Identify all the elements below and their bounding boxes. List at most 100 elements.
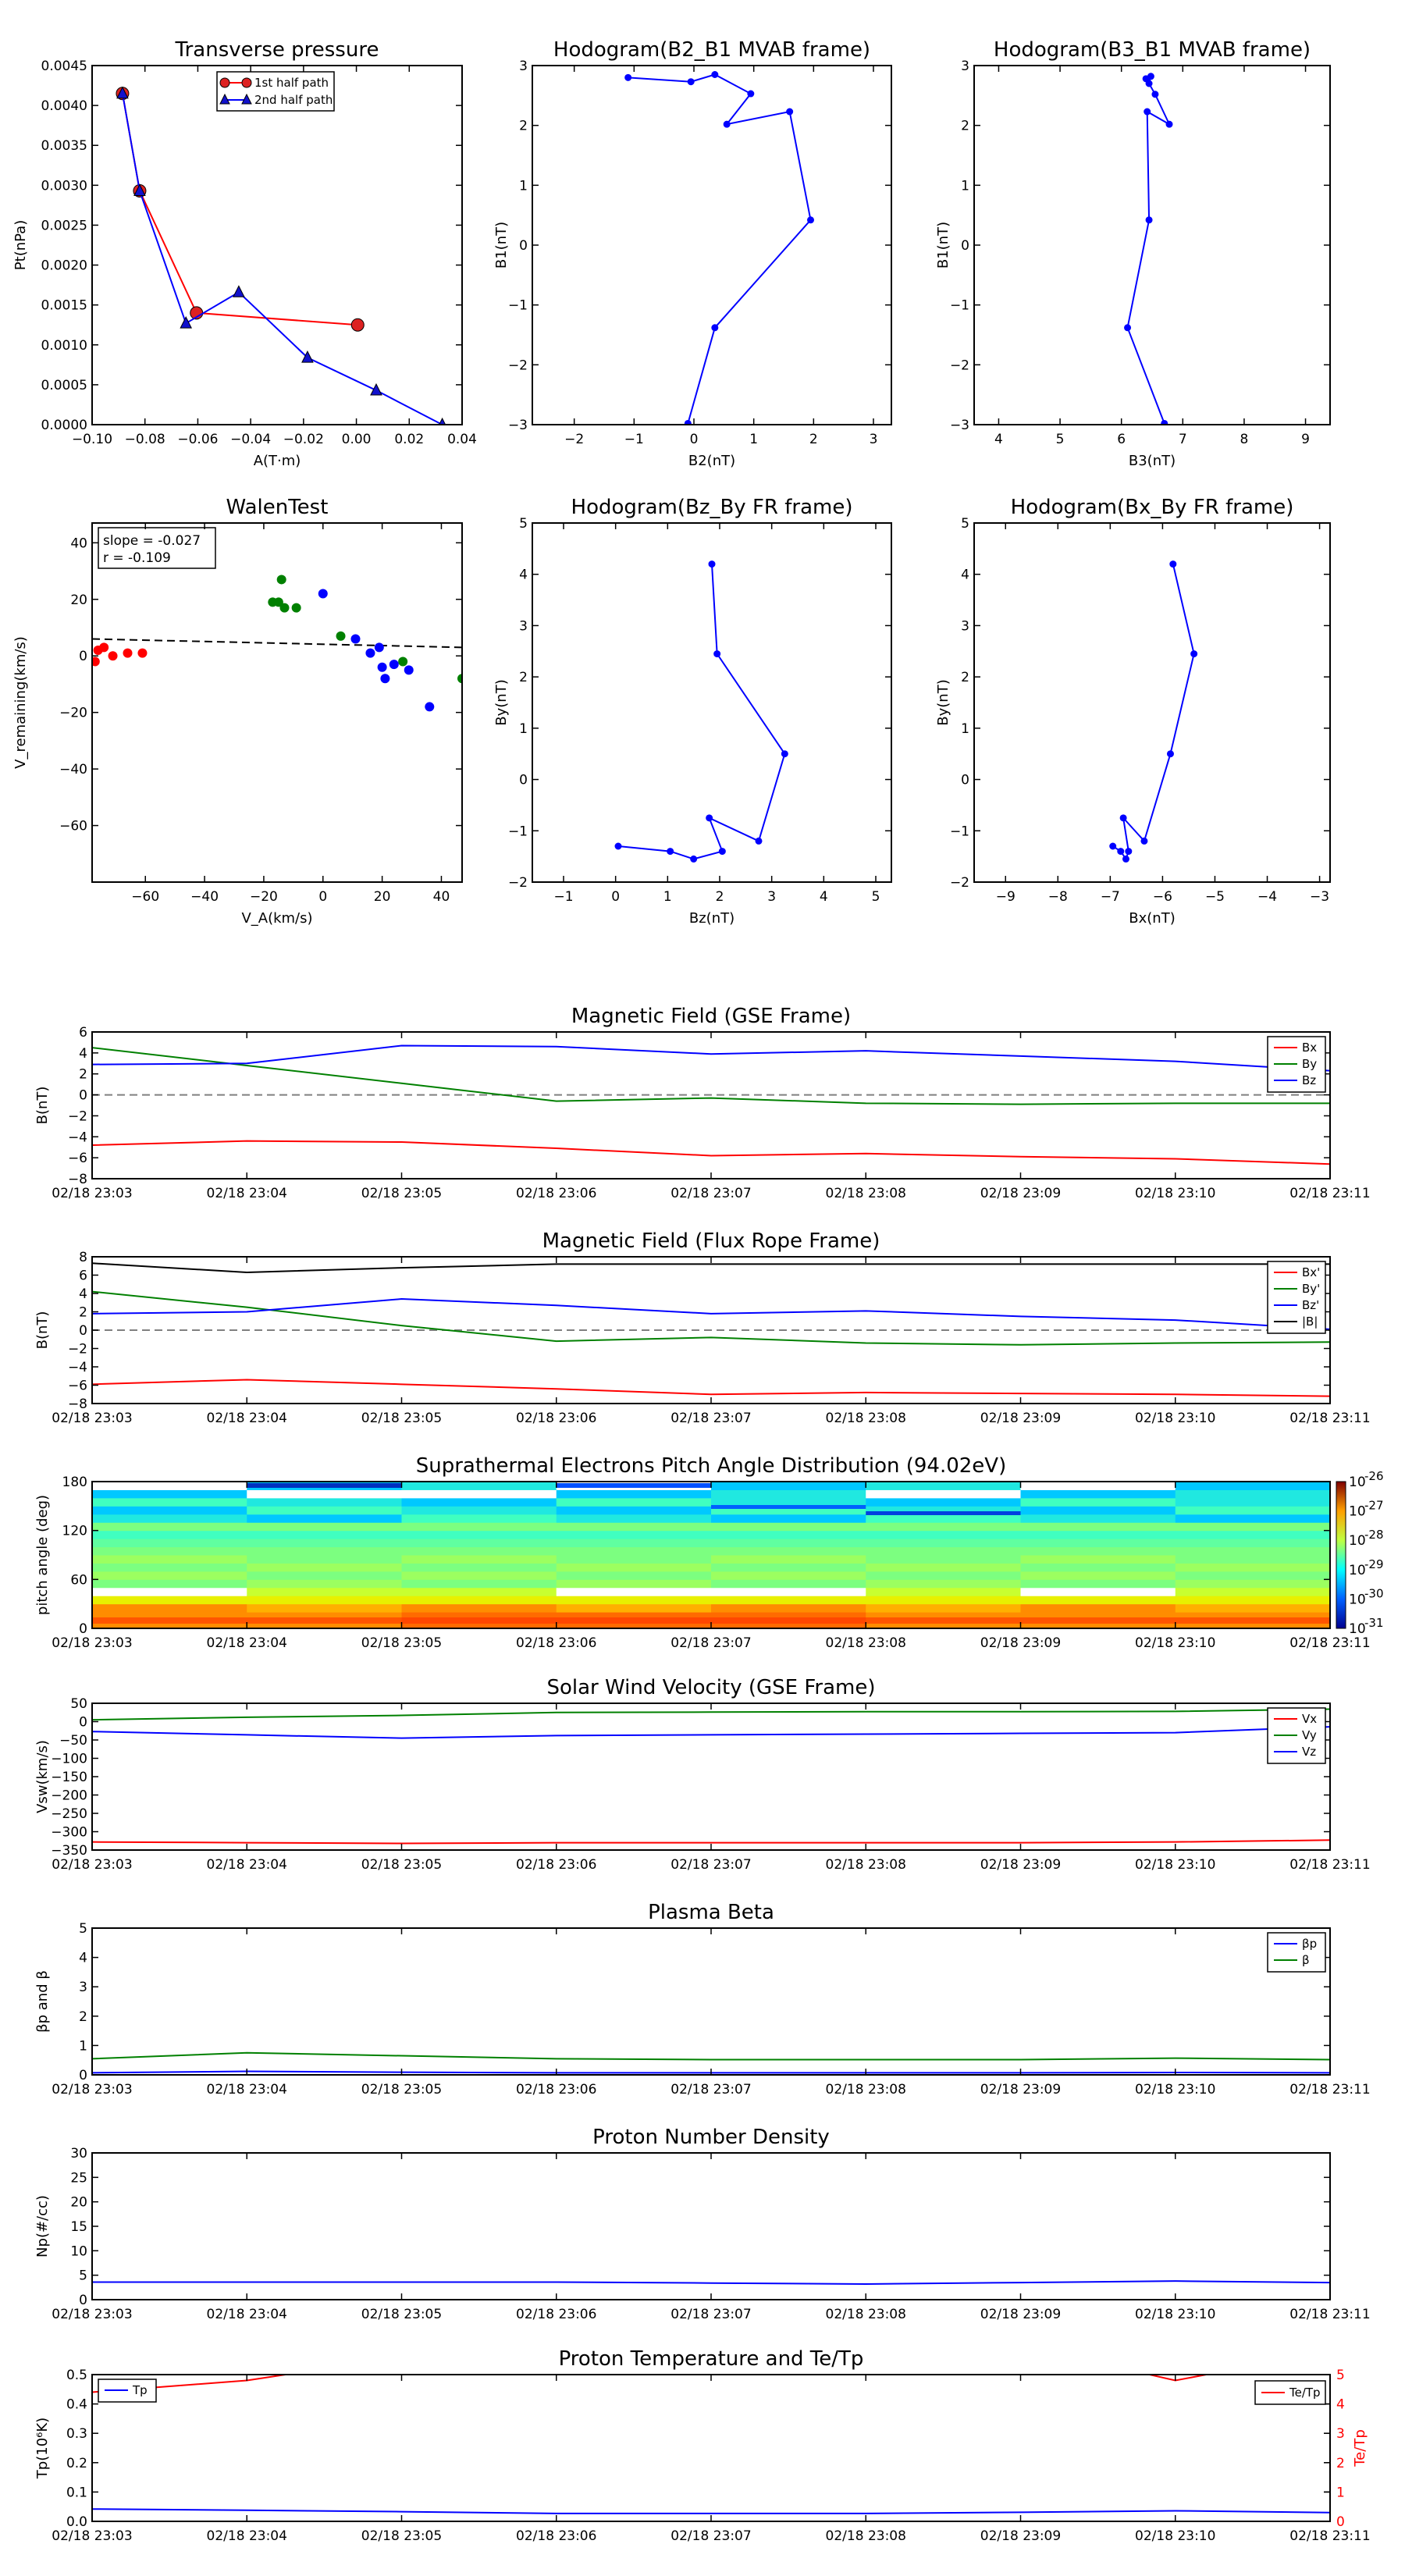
- scatter-point: [318, 589, 328, 599]
- x-tick-label: 02/18 23:10: [1135, 1186, 1215, 1201]
- heatmap-cell: [1020, 1587, 1176, 1596]
- heatmap-cell: [401, 1522, 557, 1532]
- series-0-point: [706, 814, 713, 822]
- y-tick-label: −6: [68, 1151, 87, 1166]
- heatmap-cell: [1020, 1603, 1176, 1613]
- series-1-line: [92, 2051, 1330, 2061]
- panel-10: Plasma Beta 02/18 23:03 02/18 23:04 02/18 2…: [34, 1901, 1371, 2097]
- plot-frame: [973, 522, 1331, 883]
- heatmap-cell: [92, 1579, 247, 1589]
- y-axis-label: βp and β: [34, 1970, 51, 2033]
- y-tick-label: −350: [51, 1843, 87, 1859]
- colorbar-tick-exponent: -28: [1364, 1528, 1384, 1542]
- heatmap-cell: [401, 1579, 557, 1589]
- scatter-point: [336, 631, 346, 641]
- scatter-point: [404, 665, 414, 675]
- heatmap-cell: [866, 1482, 1021, 1490]
- x-axis-label: B3(nT): [1129, 453, 1176, 469]
- legend-label: Vy: [1302, 1728, 1317, 1742]
- y-tick-label: 3: [961, 59, 969, 74]
- y-tick-label: 180: [62, 1475, 87, 1490]
- x-tick-label: −7: [1101, 889, 1120, 905]
- x-tick-label: 0: [611, 889, 620, 905]
- heatmap-cell: [866, 1530, 1021, 1539]
- heatmap-cell: [401, 1489, 557, 1499]
- x-tick-label: −6: [1153, 889, 1172, 905]
- heatmap-cell: [866, 1546, 1021, 1556]
- y-tick-label: 6: [79, 1268, 87, 1284]
- y-tick-label: 4: [79, 1951, 87, 1966]
- y-tick-label: 1: [519, 178, 528, 194]
- series-0-point: [711, 71, 719, 78]
- legend-marker: [241, 77, 252, 88]
- y-tick-label: 0.0000: [41, 418, 87, 433]
- heatmap-cell: [866, 1539, 1021, 1548]
- y-tick-label: 2: [79, 1305, 87, 1321]
- heatmap-cell: [247, 1539, 402, 1548]
- chart-title: Proton Number Density: [592, 2126, 830, 2149]
- heatmap-cell: [401, 1530, 557, 1539]
- heatmap-cell: [247, 1530, 402, 1539]
- series-2-line: [92, 1044, 1330, 1072]
- x-tick-label: 0.04: [447, 432, 477, 447]
- legend: Te/Tp: [1254, 2380, 1326, 2405]
- x-tick-label: 02/18 23:09: [980, 2528, 1061, 2544]
- heatmap-cell: [556, 1563, 712, 1572]
- panel-8: Suprathermal Electrons Pitch Angle Distr…: [34, 1454, 1384, 1651]
- x-tick-label: 02/18 23:10: [1135, 1411, 1215, 1426]
- y-tick-label: 0: [79, 649, 87, 664]
- heatmap-cell: [1175, 1497, 1330, 1507]
- plot-area: [116, 86, 446, 425]
- plot-area: [92, 1708, 1330, 1845]
- heatmap-cell: [866, 1497, 1021, 1507]
- heatmap-cell: [401, 1546, 557, 1556]
- heatmap-cell: [866, 1571, 1021, 1580]
- series-0-point: [1166, 750, 1174, 758]
- y-tick-label: 0: [79, 1323, 87, 1339]
- x-tick-label: 0: [318, 889, 327, 905]
- x-tick-label: 02/18 23:06: [516, 2082, 596, 2097]
- x-tick-label: 02/18 23:08: [826, 1411, 906, 1426]
- series-0-point: [624, 73, 632, 81]
- heatmap-cell: [92, 1563, 247, 1572]
- y-tick-label: 6: [79, 1025, 87, 1041]
- series-0-point: [807, 216, 814, 224]
- heatmap-cell: [401, 1603, 557, 1613]
- plot-frame: [91, 522, 463, 883]
- panel-0: Transverse pressure −0.10 −0.08 −0.06 −0.04−…: [12, 38, 477, 469]
- x-tick-label: 02/18 23:04: [207, 1635, 287, 1651]
- y-axis-label: By(nT): [493, 679, 510, 725]
- y-tick-label: 40: [70, 535, 87, 551]
- series-0-point: [1140, 837, 1148, 845]
- y-tick-label: −60: [59, 819, 87, 834]
- x-tick-label: 40: [433, 889, 450, 905]
- x-tick-label: 02/18 23:03: [52, 2082, 132, 2097]
- heatmap-band: [247, 1483, 402, 1488]
- x-tick-label: 02/18 23:03: [52, 1411, 132, 1426]
- x-tick-label: 02/18 23:03: [52, 1635, 132, 1651]
- heatmap-cell: [1020, 1596, 1176, 1605]
- x-tick-label: −9: [996, 889, 1016, 905]
- heatmap-band: [711, 1505, 866, 1509]
- x-tick-label: −1: [553, 889, 573, 905]
- x-tick-label: 3: [870, 432, 878, 447]
- x-tick-label: −4: [1257, 889, 1277, 905]
- y-tick-label: 0.0020: [41, 258, 87, 274]
- heatmap-cell: [247, 1497, 402, 1507]
- series-0-point: [1165, 120, 1173, 128]
- series-3-line: [92, 1262, 1330, 1273]
- heatmap-cell: [401, 1506, 557, 1515]
- legend-marker: [219, 77, 230, 88]
- plot-frame: [91, 65, 463, 425]
- y-tick-label: −2: [950, 358, 969, 373]
- panel-12: Proton Temperature and Te/Tp02/18 23:03 0…: [34, 2347, 1371, 2544]
- heatmap-cell: [92, 1514, 247, 1523]
- series-0-line: [92, 1379, 1330, 1397]
- y-tick-label: 0: [79, 2293, 87, 2308]
- heatmap-cell: [247, 1596, 402, 1605]
- x-tick-label: 02/18 23:04: [207, 2528, 287, 2544]
- series-0-point: [711, 324, 719, 332]
- plot-frame: [91, 2374, 1331, 2522]
- y-tick-label: −300: [51, 1825, 87, 1841]
- y-tick-label: 1: [519, 721, 528, 737]
